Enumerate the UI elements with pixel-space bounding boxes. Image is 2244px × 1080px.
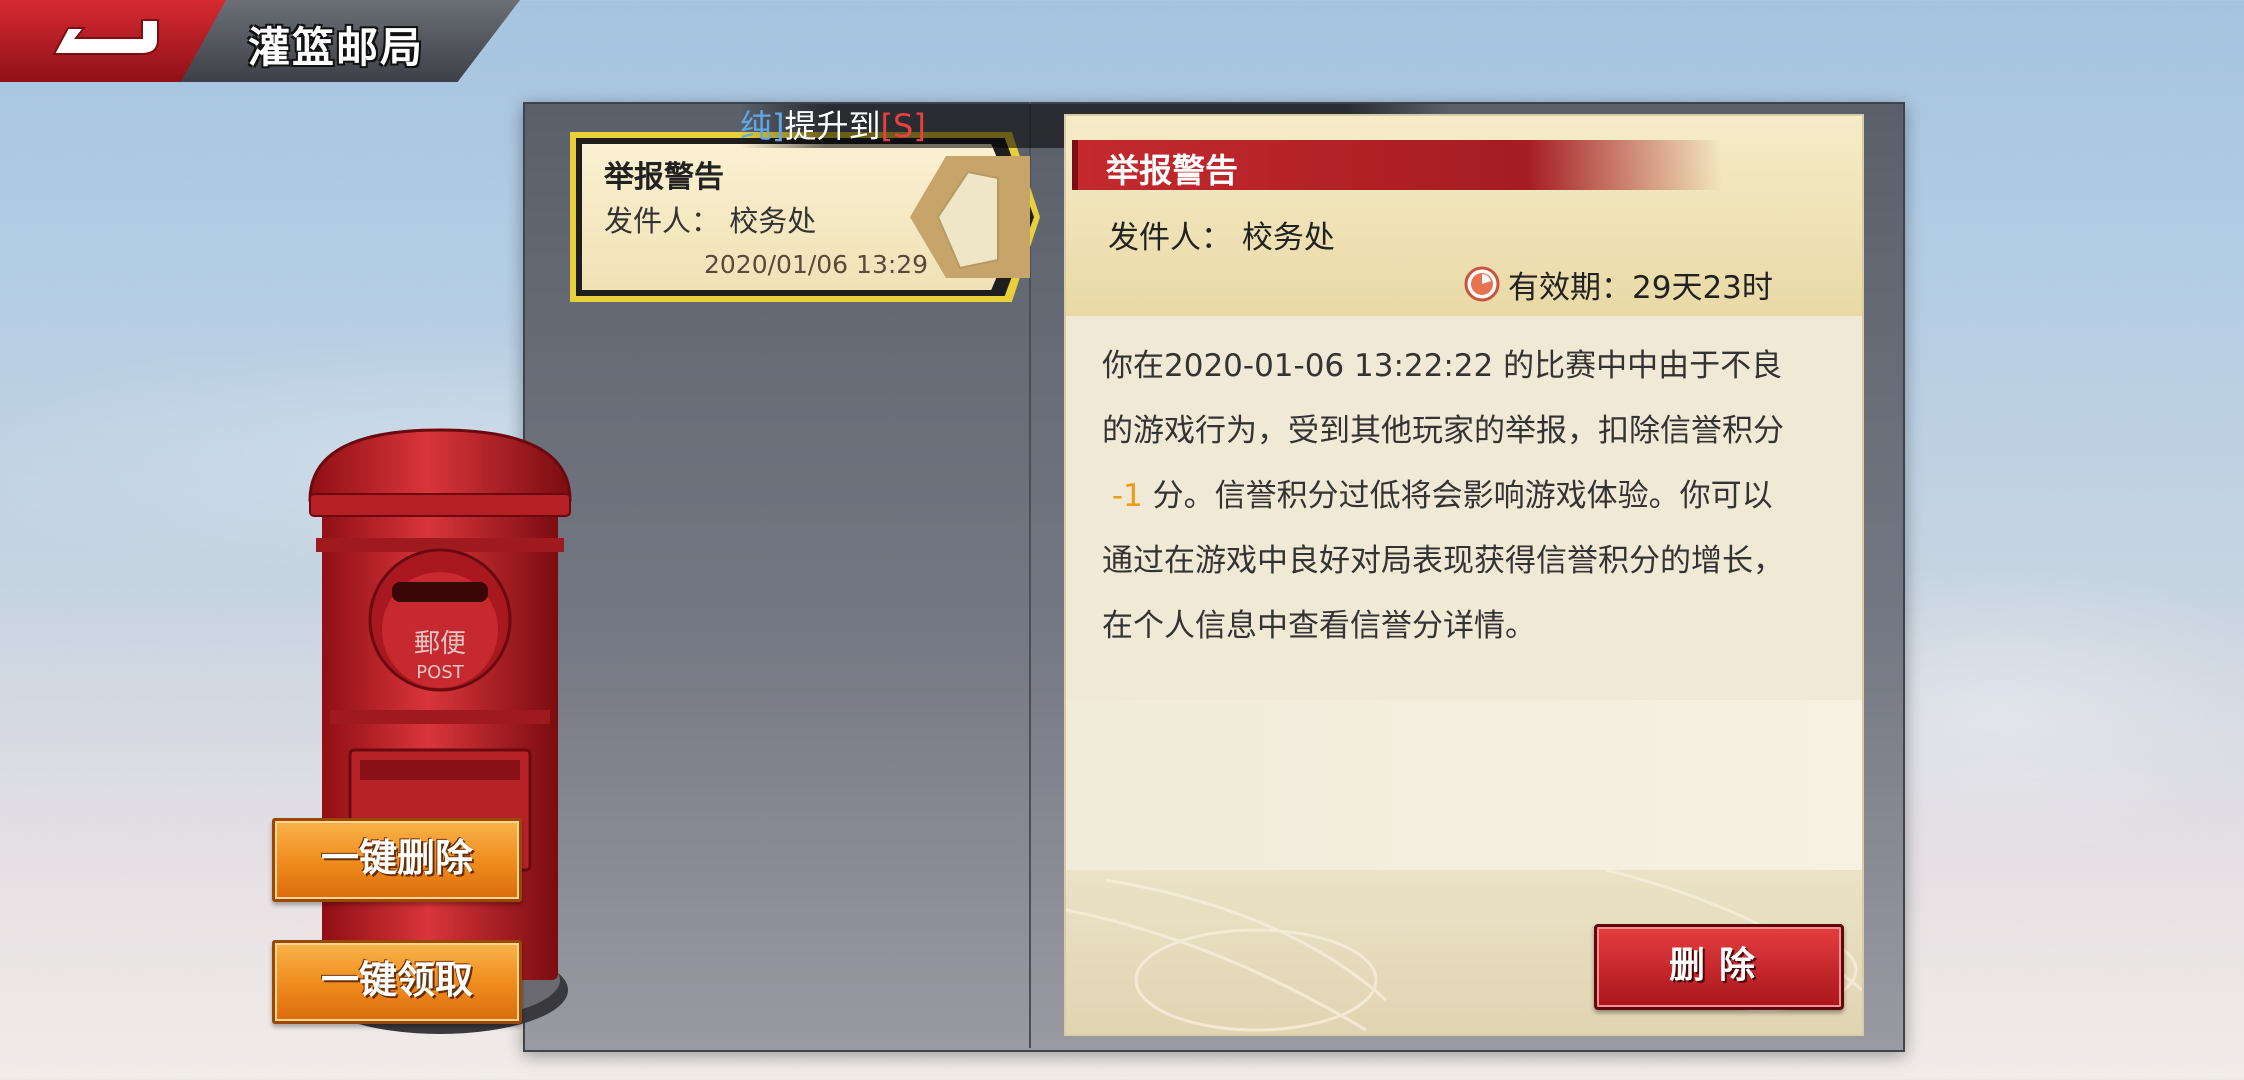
mailbox-plate-bottom: POST — [416, 662, 464, 683]
delete-button[interactable]: 删除 — [1594, 924, 1844, 1010]
mail-item-sender: 发件人： 校务处 — [604, 204, 817, 238]
body-line: 的游戏行为，受到其他玩家的举报，扣除信誉积分 — [1102, 413, 1784, 449]
mail-item-title: 举报警告 — [604, 160, 724, 195]
attachment-area — [1066, 700, 1862, 870]
ticker-part: 纯] — [740, 107, 785, 145]
page-title: 灌篮邮局 — [248, 23, 425, 72]
detail-title: 举报警告 — [1106, 151, 1238, 190]
detail-header: 举报警告 发件人： 校务处 有效期：29天23时 — [1066, 116, 1862, 316]
delete-all-button[interactable]: 一键删除 — [272, 818, 522, 902]
mail-detail-panel: 举报警告 发件人： 校务处 有效期：29天23时 你在2020-01-06 13… — [1066, 116, 1862, 1034]
detail-sender: 发件人： 校务处 — [1108, 220, 1335, 256]
mail-item-date: 2020/01/06 13:29 — [704, 250, 929, 279]
claim-all-button[interactable]: 一键领取 — [272, 940, 522, 1024]
penalty-value: -1 — [1111, 478, 1143, 514]
clock-icon — [1464, 266, 1500, 302]
body-line: 你在2020-01-06 13:22:22 的比赛中中由于不良 — [1102, 348, 1783, 384]
body-line-rest: 分。信誉积分过低将会影响游戏体验。你可以 — [1142, 478, 1773, 514]
validity-text: 有效期：29天23时 — [1508, 269, 1773, 306]
header-bar: 灌篮邮局 — [0, 0, 520, 82]
validity-row: 有效期：29天23时 — [1464, 264, 1773, 306]
back-arrow-icon[interactable] — [46, 14, 166, 66]
body-line: 在个人信息中查看信誉分详情。 — [1102, 608, 1536, 644]
mailbox-plate-top: 郵便 — [414, 629, 466, 659]
ticker-part: 提升到 — [784, 107, 881, 145]
ticker-part: [S] — [880, 107, 926, 145]
mail-body: 你在2020-01-06 13:22:22 的比赛中中由于不良 的游戏行为，受到… — [1102, 334, 1822, 659]
body-line: -1 分。信誉积分过低将会影响游戏体验。你可以 — [1102, 464, 1822, 529]
body-line: 通过在游戏中良好对局表现获得信誉积分的增长， — [1102, 543, 1784, 579]
mail-list-item[interactable]: 举报警告 发件人： 校务处 2020/01/06 13:29 — [570, 132, 1040, 302]
